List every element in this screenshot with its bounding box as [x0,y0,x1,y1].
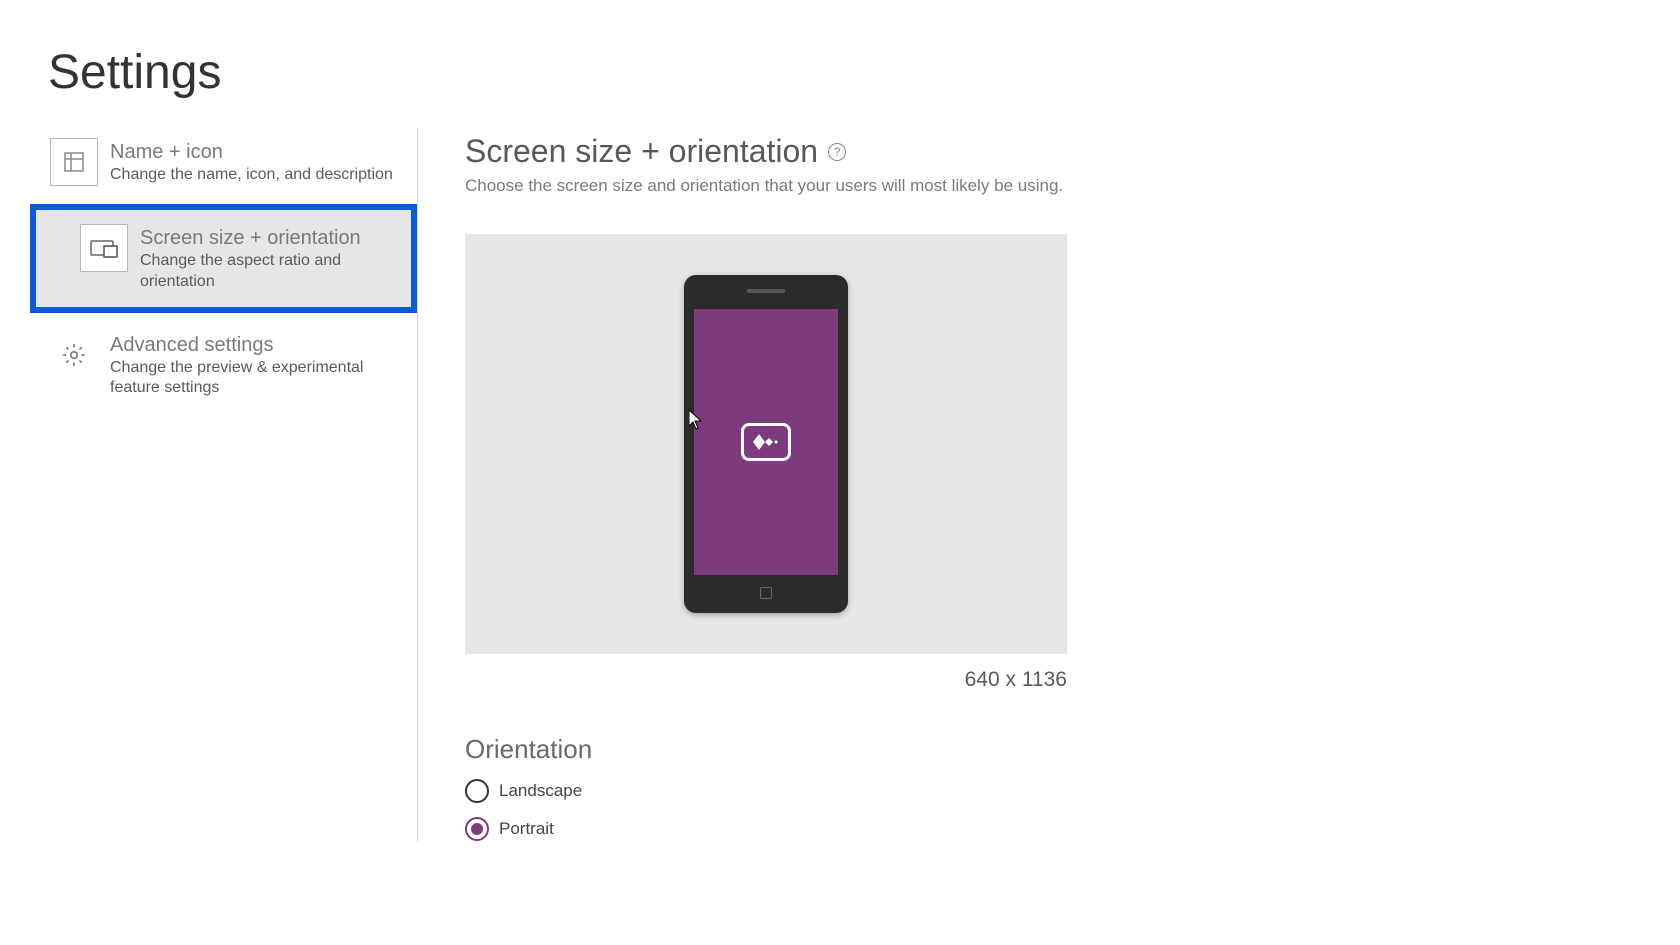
radio-unchecked-icon [465,779,489,803]
phone-home-button [760,587,772,599]
sidebar-item-desc: Change the aspect ratio and orientation [140,251,401,293]
advanced-settings-icon [50,331,98,379]
orientation-portrait[interactable]: Portrait [465,817,1067,841]
sidebar-item-title: Screen size + orientation [140,226,401,250]
sidebar: Name + icon Change the name, icon, and d… [0,128,418,841]
section-title-text: Screen size + orientation [465,133,818,170]
sidebar-item-title: Name + icon [110,140,393,164]
orientation-landscape[interactable]: Landscape [465,779,1067,803]
radio-checked-icon [465,817,489,841]
phone-screen [694,309,838,575]
sidebar-item-desc: Change the name, icon, and description [110,165,393,186]
powerapps-icon [741,423,791,461]
sidebar-item-text: Name + icon Change the name, icon, and d… [110,138,393,186]
phone-speaker [747,289,785,293]
name-icon-icon [50,138,98,186]
sidebar-item-text: Advanced settings Change the preview & e… [110,331,407,400]
screen-size-icon [80,224,128,272]
sidebar-item-advanced[interactable]: Advanced settings Change the preview & e… [0,321,417,410]
radio-label: Portrait [499,819,554,839]
screen-preview [465,234,1067,654]
orientation-title: Orientation [465,734,1067,765]
section-desc: Choose the screen size and orientation t… [465,176,1067,196]
sidebar-item-title: Advanced settings [110,333,407,357]
main-content: Screen size + orientation ? Choose the s… [418,128,1067,841]
sidebar-item-desc: Change the preview & experimental featur… [110,358,407,400]
settings-container: Name + icon Change the name, icon, and d… [0,128,1680,841]
sidebar-item-text: Screen size + orientation Change the asp… [140,224,401,293]
sidebar-item-screen-size[interactable]: Screen size + orientation Change the asp… [30,204,417,313]
phone-mockup [684,275,848,613]
page-title: Settings [0,0,1680,100]
dimensions-label: 640 x 1136 [465,668,1067,692]
radio-dot [471,823,483,835]
radio-label: Landscape [499,781,582,801]
sidebar-item-name-icon[interactable]: Name + icon Change the name, icon, and d… [0,128,417,196]
help-icon[interactable]: ? [828,143,846,161]
section-title: Screen size + orientation ? [465,133,1067,170]
